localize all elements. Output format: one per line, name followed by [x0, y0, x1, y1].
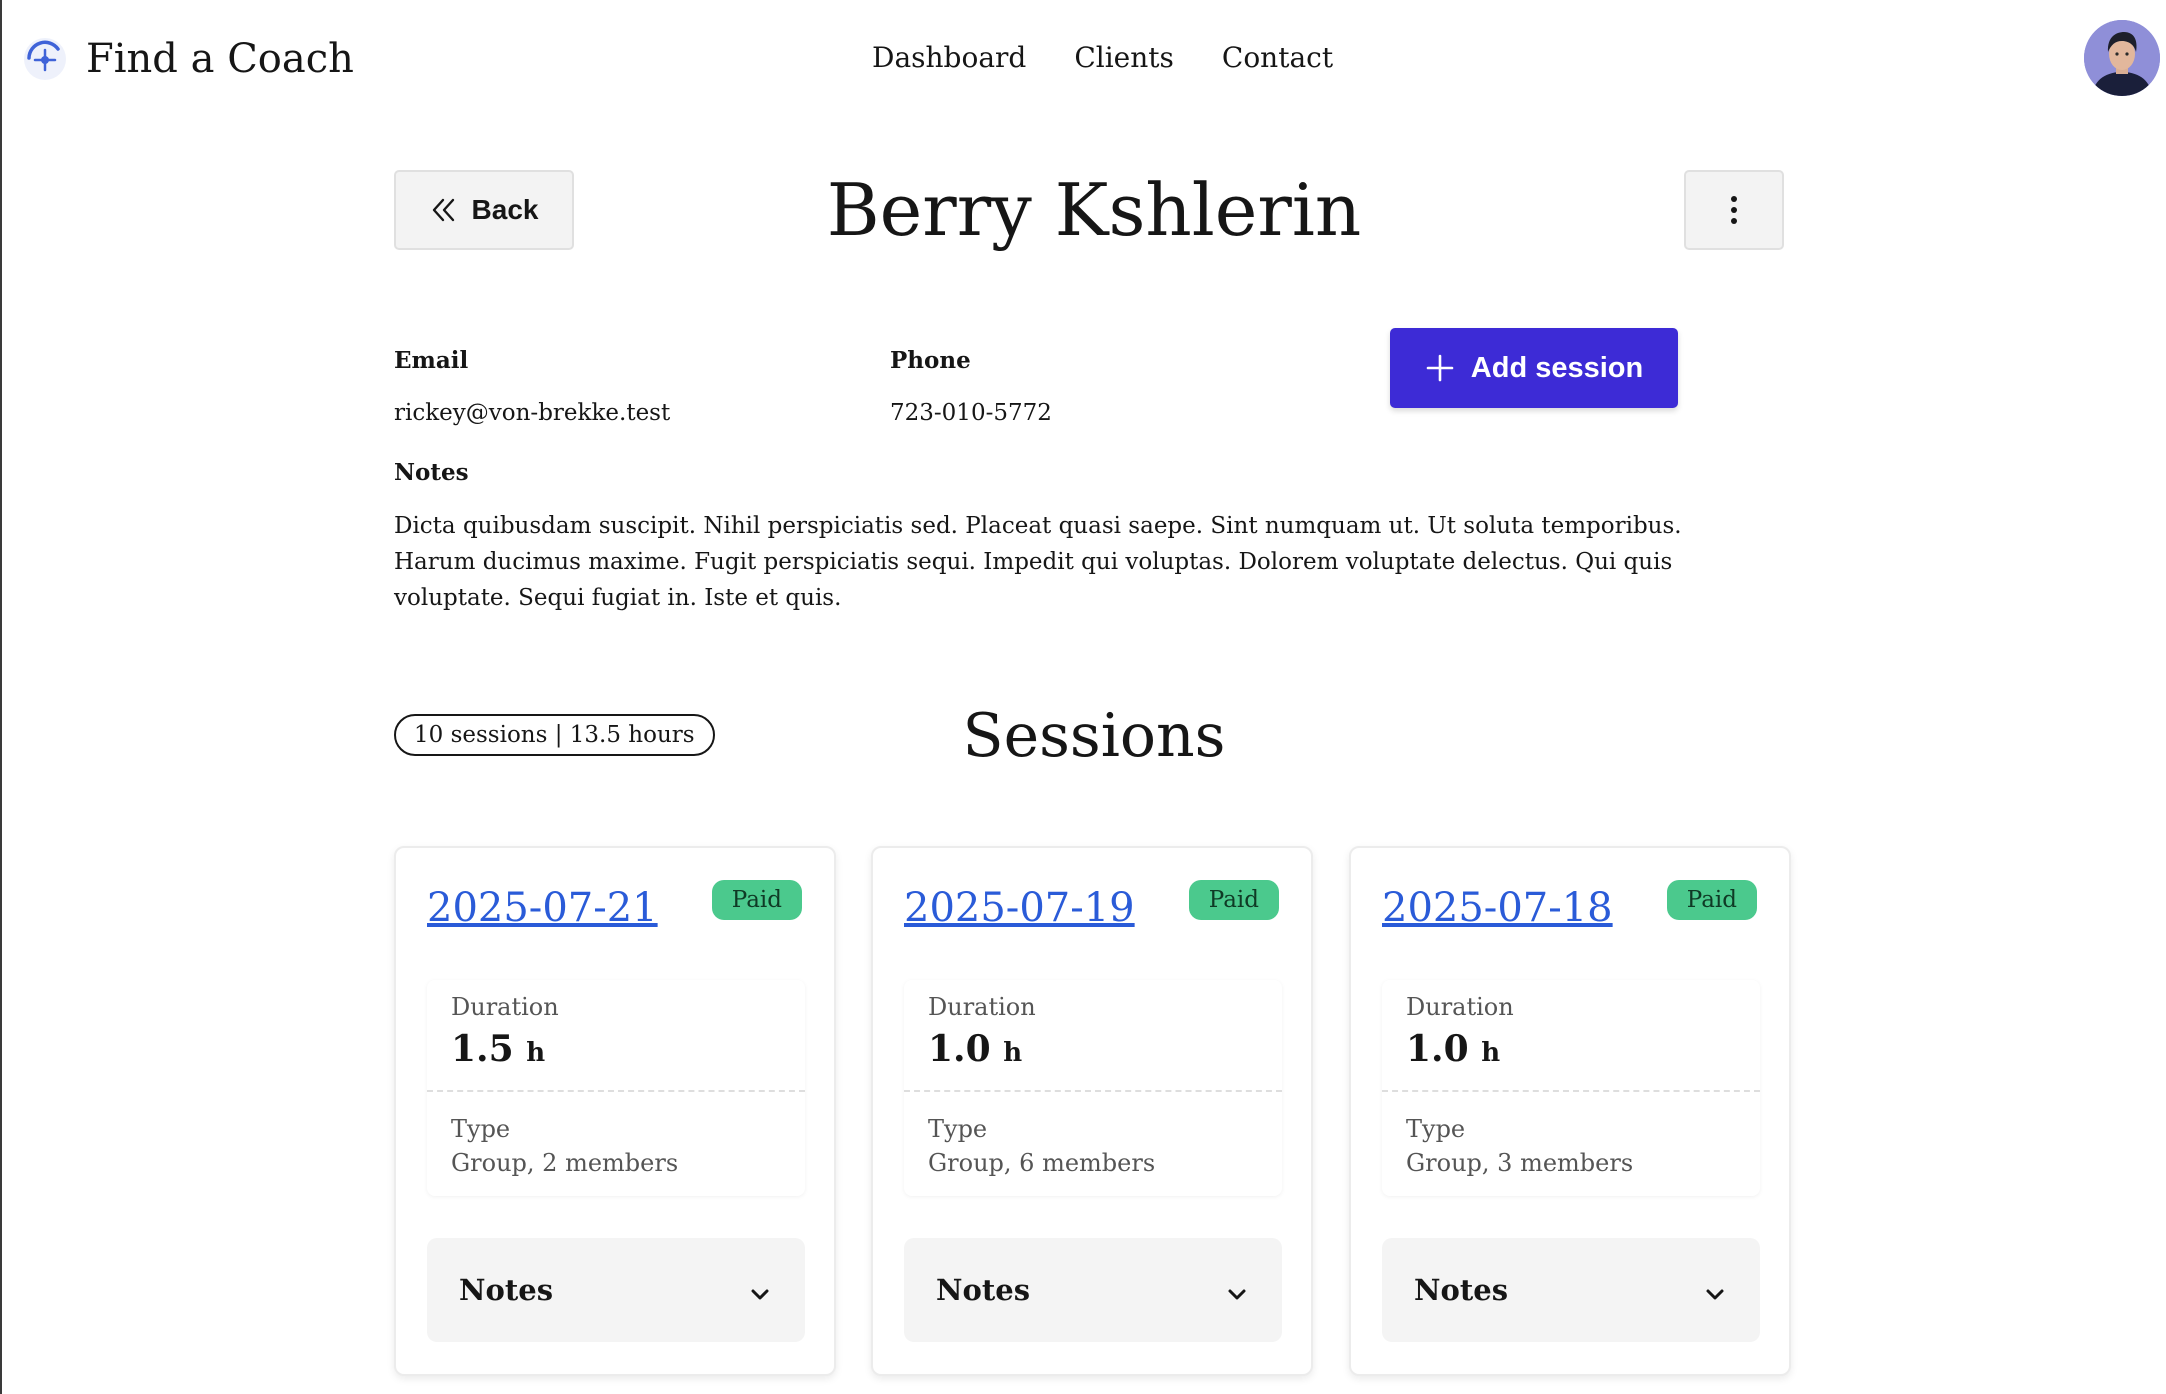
duration-unit: h	[526, 1038, 546, 1068]
avatar[interactable]	[2084, 20, 2160, 96]
duration-number: 1.0	[1406, 1028, 1469, 1070]
type-label: Type	[451, 1115, 511, 1143]
stats-divider	[427, 1090, 805, 1092]
nav-contact[interactable]: Contact	[1222, 36, 1333, 80]
type-value: Group, 2 members	[451, 1149, 679, 1177]
session-card: 2025-07-18 Paid Duration 1.0 h Type Grou…	[1349, 846, 1791, 1376]
stats-divider	[1382, 1090, 1760, 1092]
duration-value: 1.0 h	[928, 1024, 1036, 1078]
type-block: Type Group, 6 members	[928, 1112, 1155, 1180]
duration-block: Duration 1.5 h	[451, 990, 559, 1078]
vertical-dots-icon	[1731, 196, 1737, 224]
type-label: Type	[1406, 1115, 1466, 1143]
type-label: Type	[928, 1115, 988, 1143]
chevrons-left-icon	[432, 198, 454, 222]
stats-divider	[904, 1090, 1282, 1092]
brand[interactable]: Find a Coach	[22, 30, 354, 88]
nav-clients[interactable]: Clients	[1074, 36, 1174, 80]
duration-block: Duration 1.0 h	[928, 990, 1036, 1078]
chevron-down-icon	[1228, 1289, 1246, 1300]
session-stats: Duration 1.5 h Type Group, 2 members	[427, 980, 805, 1196]
navbar: Find a Coach Dashboard Clients Contact	[2, 0, 2166, 118]
session-card: 2025-07-21 Paid Duration 1.5 h Type Grou…	[394, 846, 836, 1376]
status-badge: Paid	[711, 880, 802, 920]
chevron-down-icon	[1706, 1289, 1724, 1300]
session-notes-toggle[interactable]: Notes	[1382, 1238, 1760, 1342]
duration-number: 1.0	[928, 1028, 991, 1070]
phone-value: 723-010-5772	[890, 400, 1052, 426]
user-avatar-icon	[2084, 20, 2160, 96]
type-block: Type Group, 2 members	[451, 1112, 678, 1180]
duration-label: Duration	[928, 993, 1036, 1021]
coach-logo-icon	[24, 38, 66, 80]
chevron-down-icon	[751, 1289, 769, 1300]
type-value: Group, 3 members	[1406, 1149, 1634, 1177]
session-stats: Duration 1.0 h Type Group, 3 members	[1382, 980, 1760, 1196]
session-stats: Duration 1.0 h Type Group, 6 members	[904, 980, 1282, 1196]
add-session-button[interactable]: Add session	[1390, 328, 1678, 408]
session-notes-label: Notes	[1414, 1273, 1509, 1307]
duration-value: 1.5 h	[451, 1024, 559, 1078]
session-notes-toggle[interactable]: Notes	[427, 1238, 805, 1342]
session-date-link[interactable]: 2025-07-21	[427, 880, 658, 936]
nav-dashboard[interactable]: Dashboard	[872, 36, 1026, 80]
page: Find a Coach Dashboard Clients Contact B…	[0, 0, 2166, 1394]
type-block: Type Group, 3 members	[1406, 1112, 1633, 1180]
email-label: Email	[394, 347, 469, 374]
back-label: Back	[471, 194, 539, 225]
status-badge: Paid	[1666, 880, 1757, 920]
email-value: rickey@von-brekke.test	[394, 400, 671, 426]
notes-label: Notes	[394, 459, 469, 486]
sessions-summary-badge: 10 sessions | 13.5 hours	[394, 714, 715, 756]
add-session-label: Add session	[1470, 351, 1644, 384]
duration-unit: h	[1481, 1038, 1501, 1068]
session-date-link[interactable]: 2025-07-19	[904, 880, 1135, 936]
main-nav: Dashboard Clients Contact	[872, 36, 1333, 80]
duration-value: 1.0 h	[1406, 1024, 1514, 1078]
status-badge: Paid	[1188, 880, 1279, 920]
session-notes-label: Notes	[936, 1273, 1031, 1307]
type-value: Group, 6 members	[928, 1149, 1156, 1177]
duration-unit: h	[1003, 1038, 1023, 1068]
client-notes: Dicta quibusdam suscipit. Nihil perspici…	[394, 513, 1682, 611]
session-card: 2025-07-19 Paid Duration 1.0 h Type Grou…	[871, 846, 1313, 1376]
phone-label: Phone	[890, 347, 971, 374]
duration-label: Duration	[1406, 993, 1514, 1021]
plus-icon	[1426, 354, 1454, 382]
more-options-button[interactable]	[1684, 170, 1784, 250]
client-name: Berry Kshlerin	[826, 168, 1362, 252]
duration-label: Duration	[451, 993, 559, 1021]
sessions-title: Sessions	[962, 701, 1226, 771]
duration-number: 1.5	[451, 1028, 514, 1070]
session-notes-label: Notes	[459, 1273, 554, 1307]
session-date-link[interactable]: 2025-07-18	[1382, 880, 1613, 936]
app-title: Find a Coach	[86, 36, 354, 82]
back-button[interactable]: Back	[394, 170, 574, 250]
session-notes-toggle[interactable]: Notes	[904, 1238, 1282, 1342]
duration-block: Duration 1.0 h	[1406, 990, 1514, 1078]
